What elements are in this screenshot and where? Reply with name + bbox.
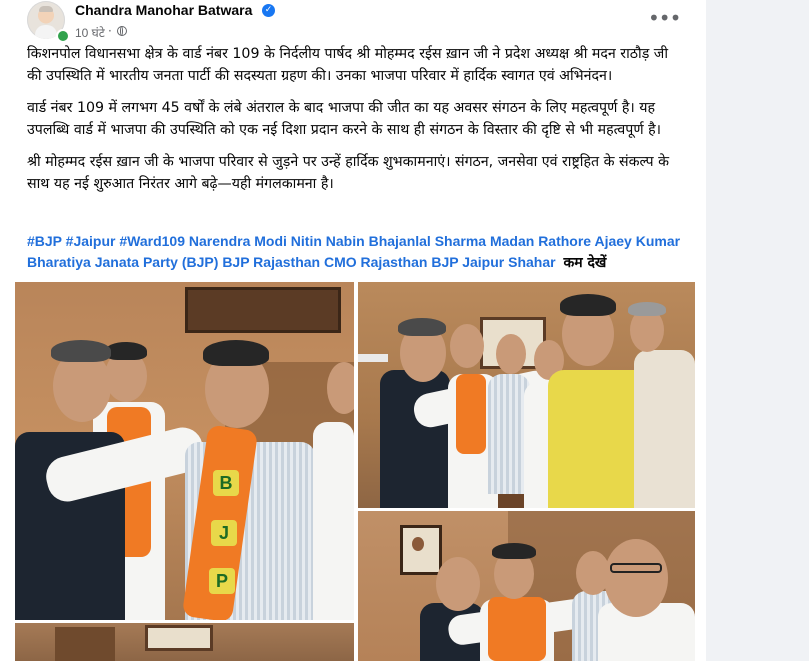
wall-frame [145,625,213,651]
person-hair [492,543,536,559]
hashtag-link[interactable]: #BJP [27,233,62,249]
wall-frame [185,287,341,333]
mention-link[interactable]: Bhajanlal Sharma [369,233,487,249]
avatar-hair [39,6,53,12]
person-edge [313,422,354,620]
post-paragraph: श्री मोहम्मद रईस ख़ान जी के भाजपा परिवार… [27,154,670,192]
more-options-icon[interactable]: ••• [648,4,681,32]
person-hair [105,342,147,360]
person-hair [51,340,111,362]
person-face [327,362,354,414]
online-status-icon [56,29,70,43]
wooden-panel [55,627,115,661]
person-hair [628,302,666,316]
mention-link[interactable]: Madan Rathore [490,233,591,249]
mention-link[interactable]: Bharatiya Janata Party (BJP) [27,254,218,270]
post-photo-4[interactable] [15,623,354,661]
hashtag-link[interactable]: #Jaipur [66,233,116,249]
post-card: Chandra Manohar Batwara ✓ 10 घंटे · ••• … [0,0,706,661]
person-hair [398,318,446,336]
person-background [634,350,695,508]
wall-switch [358,354,388,362]
portrait-medallion [412,537,424,551]
stole-letter: B [213,470,239,496]
post-paragraph: वार्ड नंबर 109 में लगभग 45 वर्षों के लंब… [27,100,661,138]
person-hair [560,294,616,316]
hashtag-link[interactable]: #Ward109 [119,233,185,249]
mention-link[interactable]: BJP Rajasthan [222,254,320,270]
post-photo-2[interactable] [358,282,695,508]
person-face [496,334,526,374]
meta-separator: · [108,24,112,38]
mention-link[interactable]: Narendra Modi [189,233,287,249]
mention-link[interactable]: Nitin Nabin [291,233,365,249]
person-face [436,557,480,611]
post-photo-1[interactable]: B J P [15,282,354,620]
verified-badge-icon: ✓ [262,4,275,17]
post-text: किशनपोल विधानसभा क्षेत्र के वार्ड नंबर 1… [27,43,687,205]
mention-link[interactable]: Ajaey Kumar [594,233,680,249]
globe-icon[interactable] [117,26,127,36]
post-header: Chandra Manohar Batwara ✓ 10 घंटे · ••• [0,0,706,44]
mention-link[interactable]: CMO Rajasthan [324,254,427,270]
stole-letter: P [209,568,235,594]
avatar-torso [35,25,57,39]
post-paragraph: किशनपोल विधानसभा क्षेत्र के वार्ड नंबर 1… [27,46,668,84]
person-face [604,539,668,617]
mention-link[interactable]: BJP Jaipur Shahar [431,254,555,270]
saffron-stole [488,597,546,661]
post-timestamp[interactable]: 10 घंटे [75,24,105,41]
stole-letter: J [211,520,237,546]
person-face [450,324,484,368]
author-name[interactable]: Chandra Manohar Batwara [75,2,252,18]
saffron-stole [456,374,486,454]
person-hair [203,340,269,366]
post-photo-3[interactable] [358,511,695,661]
eyeglasses [610,563,662,573]
hashtags-and-mentions: #BJP #Jaipur #Ward109 Narendra Modi Niti… [27,231,687,274]
see-less-button[interactable]: कम देखें [563,255,606,271]
